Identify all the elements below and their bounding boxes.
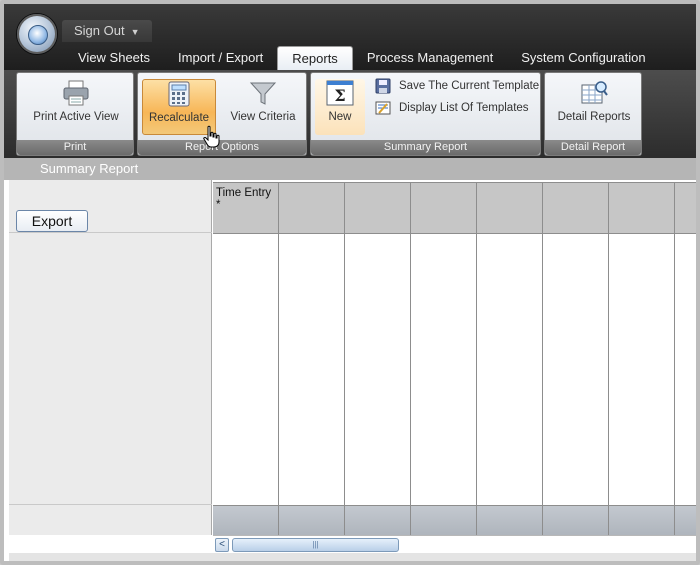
summary-report-group: Σ New Save The Current Template Display …	[310, 72, 541, 156]
footer-cell	[345, 506, 411, 536]
calculator-icon	[164, 80, 194, 108]
detail-report-group: Detail Reports Detail Report	[544, 72, 642, 156]
footer-cell	[675, 506, 696, 536]
column-header[interactable]	[345, 182, 411, 233]
tab-reports[interactable]: Reports	[277, 46, 353, 70]
save-template-button[interactable]: Save The Current Template	[375, 77, 539, 95]
grid-footer-row	[213, 505, 696, 536]
print-group: Print Active View Print	[16, 72, 134, 156]
svg-text:Σ: Σ	[334, 86, 345, 105]
summary-grid: Time Entry *	[213, 180, 696, 536]
grid-column[interactable]	[345, 234, 411, 506]
footer-cell	[609, 506, 675, 536]
divider	[9, 232, 212, 233]
report-options-group-label: Report Options	[138, 140, 306, 155]
footer-cell	[279, 506, 345, 536]
sign-out-label: Sign Out	[74, 23, 125, 38]
sign-out-button[interactable]: Sign Out ▼	[62, 20, 152, 42]
ribbon-tabs: View Sheets Import / Export Reports Proc…	[64, 46, 660, 70]
grid-body	[213, 233, 696, 506]
print-active-view-button[interactable]: Print Active View	[25, 79, 127, 135]
app-window: Sign Out ▼ View Sheets Import / Export Re…	[0, 0, 700, 565]
detail-report-group-label: Detail Report	[545, 140, 641, 155]
view-criteria-button[interactable]: View Criteria	[222, 79, 304, 135]
chevron-down-icon: ▼	[130, 27, 140, 37]
grid-column[interactable]	[675, 234, 696, 506]
recalculate-label: Recalculate	[148, 112, 210, 124]
detail-reports-button[interactable]: Detail Reports	[549, 79, 639, 135]
detail-reports-label: Detail Reports	[557, 111, 631, 123]
new-report-label: New	[328, 111, 352, 123]
grid-column[interactable]	[609, 234, 675, 506]
column-header[interactable]	[411, 182, 477, 233]
grid-column[interactable]	[213, 234, 279, 506]
grid-column[interactable]	[477, 234, 543, 506]
footer-cell	[411, 506, 477, 536]
scrollbar-thumb[interactable]: |||	[232, 538, 399, 552]
ribbon: Print Active View Print Recalculate View…	[4, 70, 696, 158]
tab-system-configuration[interactable]: System Configuration	[507, 46, 659, 70]
app-orb-icon[interactable]	[16, 13, 58, 55]
report-options-group: Recalculate View Criteria Report Options	[137, 72, 307, 156]
grid-column[interactable]	[279, 234, 345, 506]
save-template-label: Save The Current Template	[399, 80, 540, 92]
row-header-panel: Export	[9, 180, 212, 535]
column-header[interactable]	[609, 182, 675, 233]
print-active-view-label: Print Active View	[33, 111, 119, 123]
summary-report-title: Summary Report	[4, 158, 696, 180]
tab-view-sheets[interactable]: View Sheets	[64, 46, 164, 70]
new-report-button[interactable]: Σ New	[315, 79, 365, 135]
tab-process-management[interactable]: Process Management	[353, 46, 507, 70]
footer-cell	[213, 506, 279, 536]
divider	[9, 504, 212, 505]
tab-import-export[interactable]: Import / Export	[164, 46, 277, 70]
column-header[interactable]	[675, 182, 696, 233]
column-header[interactable]	[279, 182, 345, 233]
display-templates-button[interactable]: Display List Of Templates	[375, 99, 529, 117]
orb-globe-icon	[28, 25, 48, 45]
footer-cell	[477, 506, 543, 536]
scroll-left-arrow-icon[interactable]: <	[215, 538, 229, 552]
horizontal-scrollbar[interactable]: < |||	[213, 535, 696, 553]
export-button[interactable]: Export	[16, 210, 88, 232]
template-list-icon	[375, 100, 391, 116]
column-header[interactable]	[477, 182, 543, 233]
report-magnifier-icon	[579, 79, 609, 107]
top-bar: Sign Out ▼ View Sheets Import / Export Re…	[4, 4, 696, 70]
floppy-disk-icon	[375, 78, 391, 94]
sigma-icon: Σ	[325, 79, 355, 107]
bottom-strip	[9, 553, 696, 561]
column-header[interactable]	[543, 182, 609, 233]
printer-icon	[61, 79, 91, 107]
summary-report-group-label: Summary Report	[311, 140, 540, 155]
view-criteria-label: View Criteria	[230, 111, 296, 123]
footer-cell	[543, 506, 609, 536]
grid-column[interactable]	[543, 234, 609, 506]
display-templates-label: Display List Of Templates	[399, 102, 529, 114]
filter-icon	[248, 79, 278, 107]
hand-cursor-icon	[202, 125, 222, 149]
column-header-time-entry[interactable]: Time Entry *	[213, 182, 279, 233]
grid-header-row: Time Entry *	[213, 182, 696, 233]
grid-column[interactable]	[411, 234, 477, 506]
print-group-label: Print	[17, 140, 133, 155]
